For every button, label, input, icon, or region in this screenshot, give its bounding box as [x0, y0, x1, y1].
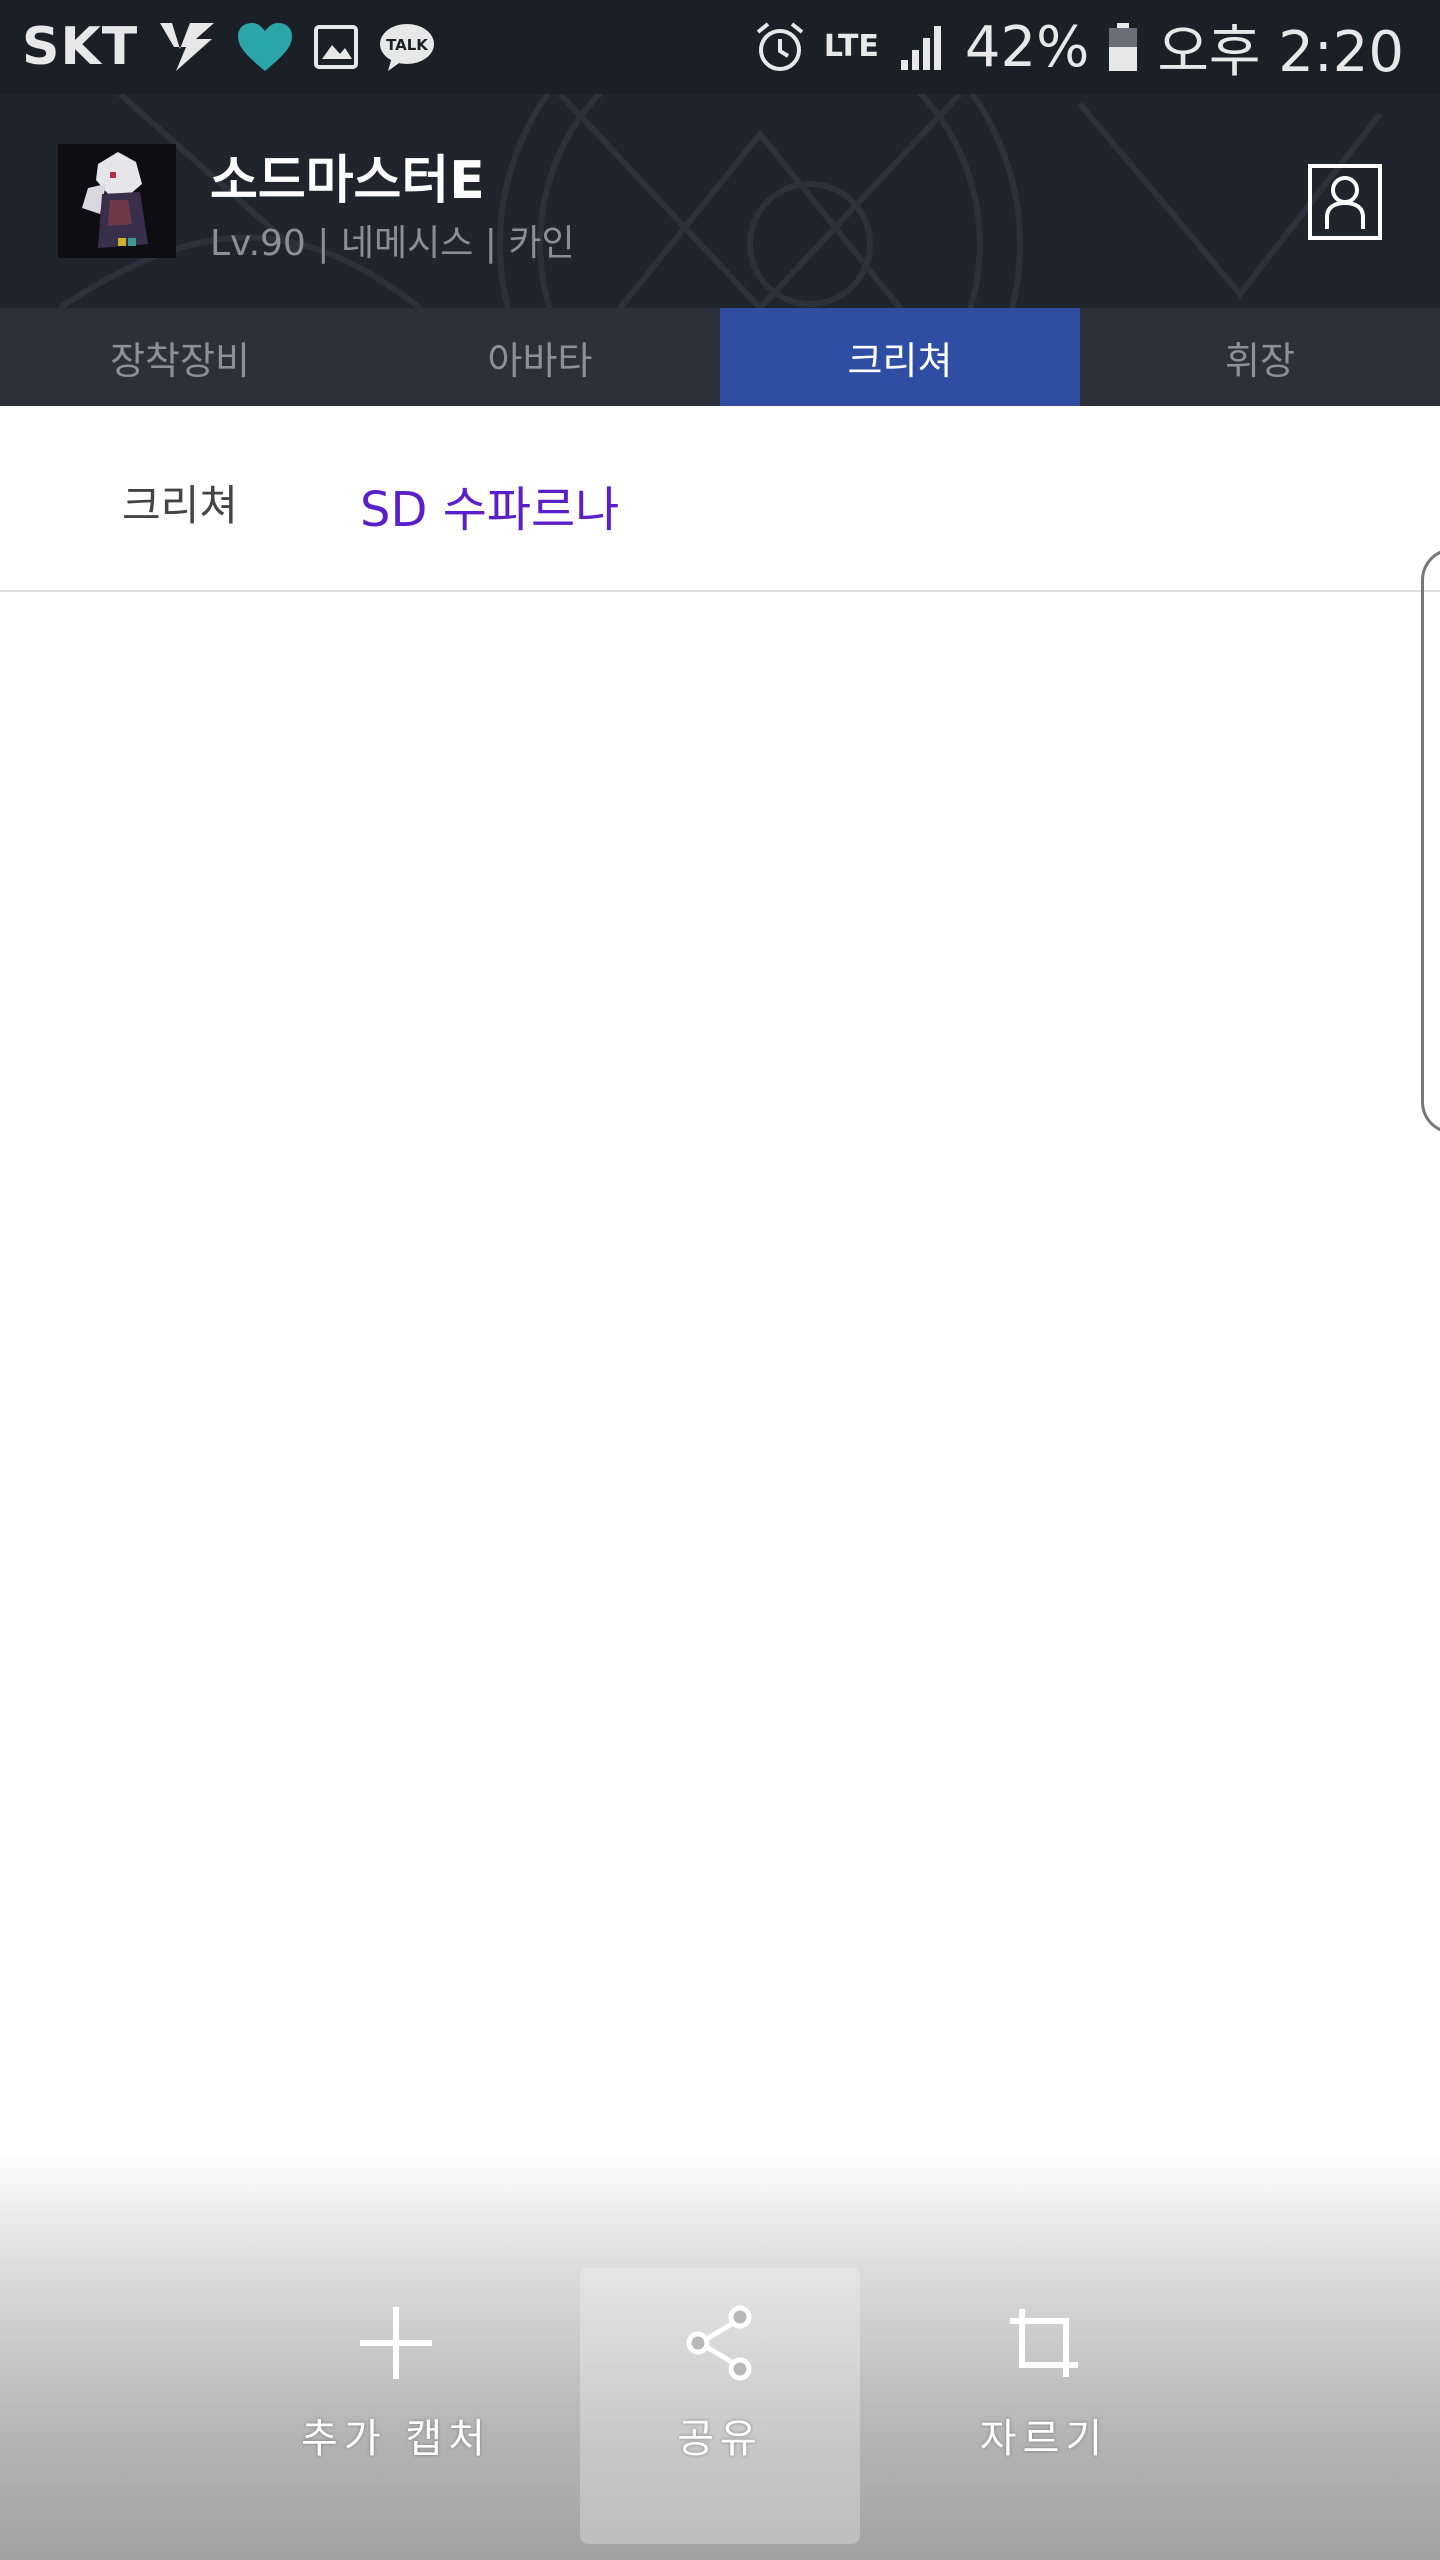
- share-icon: [675, 2298, 765, 2388]
- scroll-capture-button[interactable]: 추가 캡처: [256, 2268, 536, 2544]
- creature-name: SD 수파르나: [360, 482, 620, 538]
- tab-equipment[interactable]: 장착장비: [0, 308, 360, 406]
- share-label: 공유: [677, 2416, 763, 2462]
- network-type: LTE: [823, 29, 879, 64]
- share-button[interactable]: 공유: [580, 2268, 860, 2544]
- character-meta: Lv.90 | 네메시스 | 카인: [210, 223, 575, 264]
- signal-icon: [897, 22, 947, 72]
- main-tabs: 장착장비 아바타 크리쳐 휘장: [0, 308, 1440, 406]
- creature-row: 크리쳐 SD 수파르나: [0, 406, 1440, 592]
- svg-text:TALK: TALK: [386, 36, 429, 54]
- capture-toolbar: 추가 캡처 공유 자르기: [0, 2150, 1440, 2560]
- tab-creature[interactable]: 크리쳐: [720, 308, 1080, 406]
- carrier-logo-icon: [156, 19, 218, 75]
- clock: 오후 2:20: [1157, 19, 1404, 85]
- tab-insignia[interactable]: 휘장: [1080, 308, 1440, 406]
- edge-panel-handle[interactable]: [1421, 548, 1440, 1134]
- crop-icon: [999, 2298, 1089, 2388]
- creature-label: 크리쳐: [122, 481, 238, 530]
- alarm-icon: [754, 20, 806, 74]
- status-bar: SKT TALK LTE 42% 오후 2:20: [0, 0, 1440, 94]
- lte-data-icon: LTE: [823, 29, 879, 64]
- character-avatar[interactable]: [58, 144, 176, 258]
- status-bar-right: LTE 42% 오후 2:20: [754, 7, 1404, 88]
- user-icon: [1325, 176, 1365, 229]
- profile-header: 소드마스터E Lv.90 | 네메시스 | 카인: [0, 94, 1440, 308]
- carrier-name: SKT: [22, 17, 139, 77]
- crop-button[interactable]: 자르기: [904, 2268, 1184, 2544]
- heart-icon: [236, 21, 294, 73]
- status-bar-left: SKT TALK: [22, 17, 436, 77]
- gallery-icon: [312, 23, 360, 71]
- kakaotalk-icon: TALK: [378, 21, 436, 73]
- plus-icon: [351, 2298, 441, 2388]
- battery-icon: [1107, 21, 1139, 73]
- content-area: [0, 594, 1440, 2154]
- scroll-capture-label: 추가 캡처: [301, 2416, 491, 2462]
- crop-label: 자르기: [979, 2416, 1109, 2462]
- tab-avatar[interactable]: 아바타: [360, 308, 720, 406]
- battery-percent: 42%: [964, 14, 1090, 80]
- character-name: 소드마스터E: [210, 151, 485, 211]
- profile-button[interactable]: [1308, 164, 1382, 240]
